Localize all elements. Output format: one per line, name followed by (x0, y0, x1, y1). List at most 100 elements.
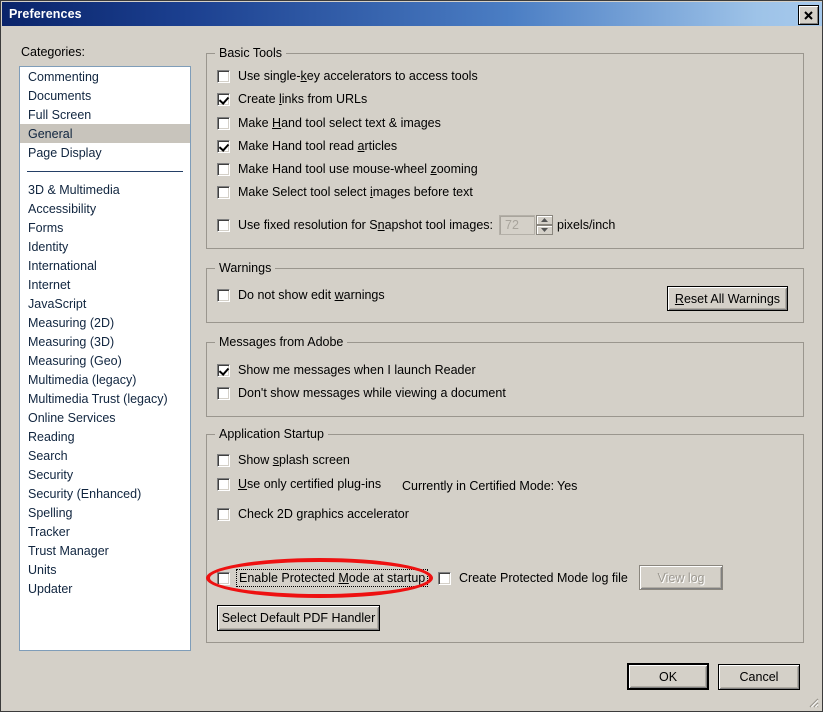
label-hand-tool-select-text-images: Make Hand tool select text & images (238, 116, 441, 130)
checkbox-row-do-not-show-edit-warnings[interactable]: Do not show edit warnings (217, 288, 385, 302)
preferences-dialog: Preferences Categories: Commenting Docum… (0, 0, 823, 712)
view-log-label: View log (657, 570, 705, 585)
checkbox-row-hand-tool-mouse-wheel-zoom[interactable]: Make Hand tool use mouse-wheel zooming (217, 162, 478, 176)
group-title-basic-tools: Basic Tools (215, 46, 286, 60)
checkbox-enable-protected-mode[interactable] (217, 571, 230, 585)
sidebar-item-3d-multimedia[interactable]: 3D & Multimedia (20, 180, 190, 199)
sidebar-item-identity[interactable]: Identity (20, 237, 190, 256)
label-create-protected-mode-log: Create Protected Mode log file (459, 571, 628, 585)
checkbox-create-protected-mode-log[interactable] (438, 571, 451, 585)
ok-button-label: OK (658, 669, 678, 684)
checkbox-row-create-protected-mode-log[interactable]: Create Protected Mode log file (438, 571, 628, 585)
label-do-not-show-edit-warnings: Do not show edit warnings (238, 288, 385, 302)
sidebar-separator (20, 162, 190, 180)
label-check-2d-graphics-accelerator: Check 2D graphics accelerator (238, 507, 409, 521)
close-glyph (804, 10, 813, 20)
label-hand-tool-mouse-wheel-zoom: Make Hand tool use mouse-wheel zooming (238, 162, 478, 176)
cancel-button-label: Cancel (739, 670, 779, 684)
ok-button[interactable]: OK (627, 663, 709, 690)
sidebar-item-measuring-2d[interactable]: Measuring (2D) (20, 313, 190, 332)
stepper-up-icon[interactable] (536, 215, 553, 225)
checkbox-hand-tool-mouse-wheel-zoom[interactable] (217, 162, 230, 176)
cancel-button[interactable]: Cancel (718, 664, 800, 690)
checkbox-select-tool-images-before-text[interactable] (217, 185, 230, 199)
sidebar-item-documents[interactable]: Documents (20, 86, 190, 105)
sidebar-item-full-screen[interactable]: Full Screen (20, 105, 190, 124)
checkbox-row-dont-show-messages-while-viewing[interactable]: Don't show messages while viewing a docu… (217, 386, 506, 400)
sidebar-item-page-display[interactable]: Page Display (20, 143, 190, 162)
checkbox-row-use-only-certified-plugins[interactable]: Use only certified plug-ins (217, 477, 381, 491)
certified-mode-label: Currently in Certified Mode: (402, 479, 555, 493)
checkbox-dont-show-messages-while-viewing[interactable] (217, 386, 230, 400)
sidebar-item-updater[interactable]: Updater (20, 579, 190, 598)
sidebar-item-multimedia-trust-legacy[interactable]: Multimedia Trust (legacy) (20, 389, 190, 408)
sidebar-item-measuring-geo[interactable]: Measuring (Geo) (20, 351, 190, 370)
label-use-only-certified-plugins: Use only certified plug-ins (238, 477, 382, 491)
reset-all-warnings-button[interactable]: Reset All Warnings (667, 286, 788, 311)
checkbox-create-links-from-urls[interactable] (217, 92, 230, 106)
checkbox-hand-tool-read-articles[interactable] (217, 139, 230, 153)
close-icon[interactable] (798, 5, 819, 25)
label-create-links-from-urls: Create links from URLs (238, 92, 368, 106)
checkbox-hand-tool-select-text-images[interactable] (217, 116, 230, 130)
categories-label: Categories: (21, 45, 85, 59)
group-title-warnings: Warnings (215, 261, 276, 275)
label-select-tool-images-before-text: Make Select tool select images before te… (238, 185, 473, 199)
stepper-down-icon[interactable] (536, 225, 553, 235)
sidebar-item-javascript[interactable]: JavaScript (20, 294, 190, 313)
sidebar-item-reading[interactable]: Reading (20, 427, 190, 446)
checkbox-show-splash-screen[interactable] (217, 453, 230, 467)
sidebar-item-search[interactable]: Search (20, 446, 190, 465)
sidebar-item-internet[interactable]: Internet (20, 275, 190, 294)
checkbox-use-only-certified-plugins[interactable] (217, 477, 230, 491)
label-dont-show-messages-while-viewing: Don't show messages while viewing a docu… (238, 386, 506, 400)
group-title-messages-from-adobe: Messages from Adobe (215, 335, 348, 349)
resolution-stepper-buttons[interactable] (536, 215, 553, 235)
sidebar-item-general[interactable]: General (20, 124, 190, 143)
checkbox-row-select-tool-images-before-text[interactable]: Make Select tool select images before te… (217, 185, 473, 199)
label-show-splash-screen: Show splash screen (238, 453, 350, 467)
group-messages-from-adobe: Messages from Adobe (206, 335, 804, 417)
label-fixed-resolution-snapshot: Use fixed resolution for Snapshot tool i… (238, 218, 494, 232)
checkbox-row-check-2d-graphics-accelerator[interactable]: Check 2D graphics accelerator (217, 507, 409, 521)
label-show-messages-on-launch: Show me messages when I launch Reader (238, 363, 476, 377)
checkbox-row-single-key-accelerators[interactable]: Use single-key accelerators to access to… (217, 69, 478, 83)
sidebar-item-accessibility[interactable]: Accessibility (20, 199, 190, 218)
resolution-units-label: pixels/inch (557, 218, 616, 232)
sidebar-item-multimedia-legacy[interactable]: Multimedia (legacy) (20, 370, 190, 389)
window-title: Preferences (9, 7, 82, 21)
label-single-key-accelerators: Use single-key accelerators to access to… (238, 69, 478, 83)
sidebar-item-commenting[interactable]: Commenting (20, 67, 190, 86)
sidebar-item-units[interactable]: Units (20, 560, 190, 579)
checkbox-check-2d-graphics-accelerator[interactable] (217, 507, 230, 521)
certified-mode-value: Yes (557, 479, 578, 493)
checkbox-row-hand-tool-read-articles[interactable]: Make Hand tool read articles (217, 139, 397, 153)
sidebar-item-forms[interactable]: Forms (20, 218, 190, 237)
sidebar-item-security[interactable]: Security (20, 465, 190, 484)
checkbox-row-show-messages-on-launch[interactable]: Show me messages when I launch Reader (217, 363, 476, 377)
resize-grip-icon[interactable] (805, 694, 819, 708)
sidebar-item-spelling[interactable]: Spelling (20, 503, 190, 522)
checkbox-fixed-resolution-snapshot[interactable] (217, 218, 230, 232)
checkbox-do-not-show-edit-warnings[interactable] (217, 288, 230, 302)
categories-list[interactable]: Commenting Documents Full Screen General… (19, 66, 191, 651)
sidebar-item-security-enhanced[interactable]: Security (Enhanced) (20, 484, 190, 503)
sidebar-item-measuring-3d[interactable]: Measuring (3D) (20, 332, 190, 351)
checkbox-row-fixed-resolution-snapshot[interactable]: Use fixed resolution for Snapshot tool i… (217, 218, 493, 232)
view-log-button[interactable]: View log (639, 565, 723, 590)
checkbox-row-show-splash-screen[interactable]: Show splash screen (217, 453, 350, 467)
label-enable-protected-mode: Enable Protected Mode at startup (235, 569, 429, 587)
reset-all-warnings-label: Reset All Warnings (674, 291, 781, 306)
checkbox-row-hand-tool-select-text-images[interactable]: Make Hand tool select text & images (217, 116, 441, 130)
sidebar-item-tracker[interactable]: Tracker (20, 522, 190, 541)
checkbox-show-messages-on-launch[interactable] (217, 363, 230, 377)
sidebar-item-trust-manager[interactable]: Trust Manager (20, 541, 190, 560)
checkbox-row-create-links-from-urls[interactable]: Create links from URLs (217, 92, 367, 106)
resolution-stepper[interactable]: 72 (499, 215, 553, 235)
sidebar-item-international[interactable]: International (20, 256, 190, 275)
checkbox-single-key-accelerators[interactable] (217, 69, 230, 83)
checkbox-row-enable-protected-mode[interactable]: Enable Protected Mode at startup (217, 569, 429, 587)
sidebar-item-online-services[interactable]: Online Services (20, 408, 190, 427)
select-default-pdf-handler-button[interactable]: Select Default PDF Handler (217, 605, 380, 631)
resolution-input[interactable]: 72 (499, 215, 535, 235)
